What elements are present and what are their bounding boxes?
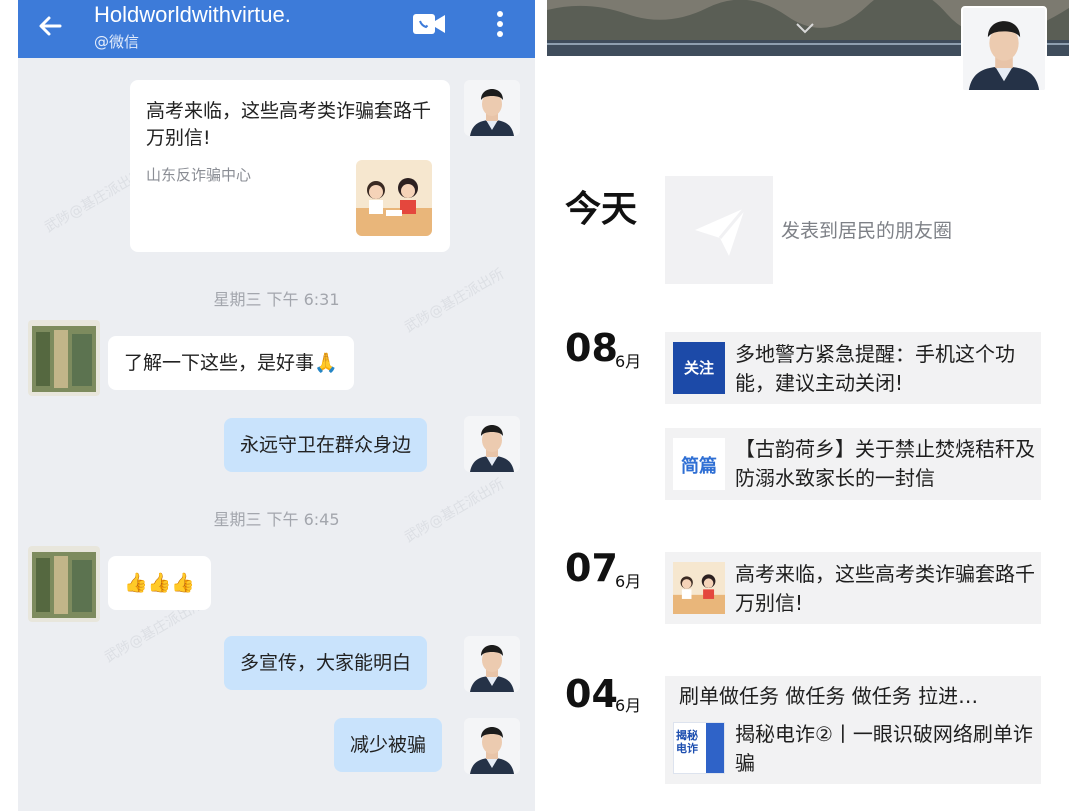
date-month: 6月 bbox=[615, 696, 642, 715]
date-day: 04 bbox=[565, 672, 618, 716]
new-post-button[interactable] bbox=[665, 176, 773, 284]
entry-text: 多地警方紧急提醒：手机这个功能，建议主动关闭! bbox=[735, 342, 1015, 395]
avatar[interactable] bbox=[464, 416, 520, 472]
entry-thumbnail: 关注 bbox=[673, 342, 725, 394]
contact-avatar[interactable] bbox=[28, 320, 100, 396]
screenshot-collage: Holdworldwithvirtue. @微信 武陟@基庄派出所 武陟@基庄派… bbox=[0, 0, 1080, 811]
date-month: 6月 bbox=[615, 352, 642, 371]
chat-bubble-sent[interactable]: 减少被骗 bbox=[334, 718, 443, 772]
chat-title: Holdworldwithvirtue. bbox=[94, 2, 291, 27]
moment-entry[interactable]: 高考来临，这些高考类诈骗套路千万别信! bbox=[665, 552, 1041, 624]
chat-bubble-sent[interactable]: 多宣传，大家能明白 bbox=[224, 636, 428, 690]
entry-thumbnail: 简篇 bbox=[673, 438, 725, 490]
back-arrow-icon[interactable] bbox=[34, 10, 66, 42]
badge-label: 揭秘电诈 bbox=[676, 729, 698, 755]
entry-text: 刷单做任务 做任务 做任务 拉进… bbox=[679, 684, 979, 708]
entry-thumbnail bbox=[673, 562, 725, 614]
today-label: 今天 bbox=[565, 189, 638, 230]
contact-avatar[interactable] bbox=[28, 546, 100, 622]
card-source: 山东反诈骗中心 bbox=[146, 166, 252, 184]
moments-screen: 今天 发表到居民的朋友圈 08 6月 关注 多地警方紧急提醒：手机这个功能，建议… bbox=[547, 0, 1069, 811]
chat-screen: Holdworldwithvirtue. @微信 武陟@基庄派出所 武陟@基庄派… bbox=[18, 0, 535, 811]
chat-bubble-received[interactable]: 👍👍👍 bbox=[108, 556, 211, 610]
post-hint: 发表到居民的朋友圈 bbox=[781, 220, 953, 242]
entry-text: 揭秘电诈②丨一眼识破网络刷单诈骗 bbox=[735, 722, 1033, 775]
entry-text: 【古韵荷乡】关于禁止焚烧秸秆及防溺水致家长的一封信 bbox=[735, 437, 1035, 490]
avatar[interactable] bbox=[464, 636, 520, 692]
entry-thumbnail: 揭秘电诈 bbox=[673, 722, 725, 774]
card-thumbnail bbox=[356, 160, 432, 236]
chat-header: Holdworldwithvirtue. @微信 bbox=[18, 0, 535, 58]
moment-entry[interactable]: 简篇 【古韵荷乡】关于禁止焚烧秸秆及防溺水致家长的一封信 bbox=[665, 428, 1041, 500]
chevron-down-icon[interactable] bbox=[794, 20, 816, 36]
chat-subtitle: @微信 bbox=[94, 33, 140, 51]
date-month: 6月 bbox=[615, 572, 642, 591]
send-icon bbox=[695, 207, 747, 256]
card-title: 高考来临，这些高考类诈骗套路千万别信! bbox=[146, 100, 432, 149]
badge-label: 简篇 bbox=[681, 456, 717, 477]
badge-label: 关注 bbox=[683, 359, 714, 377]
timestamp: 星期三 下午 6:31 bbox=[213, 290, 340, 309]
moment-entry[interactable]: 关注 多地警方紧急提醒：手机这个功能，建议主动关闭! bbox=[665, 332, 1041, 404]
avatar[interactable] bbox=[464, 80, 520, 136]
chat-bubble-sent[interactable]: 永远守卫在群众身边 bbox=[224, 418, 428, 472]
avatar[interactable] bbox=[464, 718, 520, 774]
timestamp: 星期三 下午 6:45 bbox=[213, 510, 340, 529]
shared-article-card[interactable]: 高考来临，这些高考类诈骗套路千万别信! 山东反诈骗中心 bbox=[130, 80, 450, 252]
more-options-icon[interactable] bbox=[492, 8, 508, 40]
profile-avatar[interactable] bbox=[961, 6, 1047, 92]
moment-entry[interactable]: 刷单做任务 做任务 做任务 拉进… 揭秘电诈 揭秘电诈②丨一眼识破网络刷单诈骗 bbox=[665, 676, 1041, 784]
chat-bubble-received[interactable]: 了解一下这些，是好事🙏 bbox=[108, 336, 354, 390]
entry-text: 高考来临，这些高考类诈骗套路千万别信! bbox=[735, 562, 1035, 615]
date-day: 08 bbox=[565, 326, 618, 370]
video-call-icon[interactable] bbox=[412, 12, 446, 36]
date-day: 07 bbox=[565, 546, 618, 590]
